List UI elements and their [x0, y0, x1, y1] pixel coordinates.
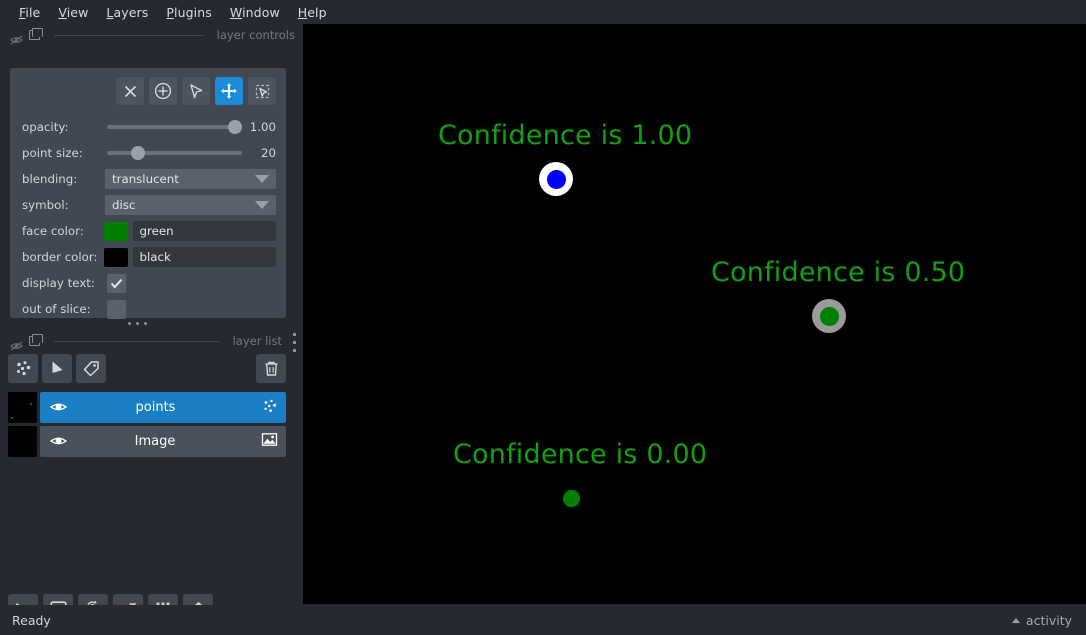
out-of-slice-label: out of slice: — [22, 302, 91, 316]
point-marker-inner[interactable] — [562, 489, 580, 507]
border-color-swatch[interactable] — [104, 247, 128, 267]
opacity-slider[interactable] — [107, 119, 242, 135]
point-size-row: point size: 20 — [22, 142, 276, 164]
vertical-splitter-handle[interactable] — [293, 333, 296, 352]
menu-bar: File View Layers Plugins Window Help — [0, 0, 1086, 24]
layer-list-title: layer list — [232, 334, 282, 348]
layer-row-points[interactable]: points — [8, 392, 286, 423]
image-icon — [261, 432, 278, 451]
face-color-field[interactable]: green — [132, 221, 276, 241]
point-text-label: Confidence is 0.00 — [453, 439, 708, 470]
activity-button[interactable]: activity — [1011, 612, 1072, 628]
point-text-label: Confidence is 0.50 — [711, 257, 966, 288]
point-marker-inner[interactable] — [819, 306, 839, 326]
blending-dropdown[interactable]: translucent — [104, 169, 276, 189]
blending-label: blending: — [22, 172, 78, 186]
opacity-track — [107, 125, 242, 129]
layer-controls-header: layer controls — [0, 24, 303, 46]
point-size-slider[interactable] — [107, 145, 242, 161]
blending-row: blending: translucent — [22, 168, 276, 190]
chevron-down-icon — [255, 201, 269, 209]
point-size-value: 20 — [260, 146, 276, 160]
point-size-handle[interactable] — [131, 146, 146, 160]
header-divider — [54, 34, 203, 36]
border-color-row: border color: black — [22, 246, 276, 268]
symbol-row: symbol: disc — [22, 194, 276, 216]
point-size-track — [107, 151, 242, 155]
header-divider — [54, 340, 219, 342]
layer-controls-title: layer controls — [216, 28, 295, 42]
menu-item-view[interactable]: View — [49, 3, 97, 22]
new-points-layer-button[interactable] — [8, 354, 38, 383]
viewer-canvas[interactable]: Confidence is 1.00 Confidence is 0.50 Co… — [303, 24, 1086, 604]
opacity-value: 1.00 — [249, 120, 276, 134]
napari-window: File View Layers Plugins Window Help lay… — [0, 0, 1086, 635]
pan-zoom-button[interactable] — [215, 77, 243, 105]
status-bar: Ready activity — [0, 605, 1086, 635]
left-dock: layer controls opacity: 1.00 point size:… — [0, 24, 303, 624]
activity-label: activity — [1025, 612, 1072, 628]
point-marker-inner[interactable] — [546, 169, 566, 189]
face-color-label: face color: — [22, 224, 84, 238]
undock-icon[interactable] — [29, 334, 43, 346]
float-dock-icon[interactable] — [9, 336, 24, 351]
layer-list-header: layer list — [0, 330, 290, 352]
delete-selected-points-button[interactable] — [116, 77, 144, 105]
undock-icon[interactable] — [29, 28, 43, 40]
opacity-handle[interactable] — [228, 120, 242, 134]
border-color-label: border color: — [22, 250, 98, 264]
add-points-button[interactable] — [149, 77, 177, 105]
menu-item-plugins[interactable]: Plugins — [157, 3, 220, 22]
status-message: Ready — [12, 612, 51, 628]
symbol-dropdown[interactable]: disc — [104, 195, 276, 215]
opacity-label: opacity: — [22, 120, 69, 134]
layer-name: points — [135, 400, 176, 415]
new-labels-layer-button[interactable] — [76, 354, 106, 383]
blending-value: translucent — [111, 172, 179, 186]
face-color-swatch[interactable] — [104, 221, 128, 241]
transform-button[interactable] — [248, 77, 276, 105]
layer-thumbnail — [8, 392, 37, 423]
chevron-down-icon — [255, 175, 269, 183]
layer-thumbnail — [8, 426, 37, 457]
border-color-field[interactable]: black — [132, 247, 276, 267]
layer-row-body[interactable]: points — [40, 392, 286, 423]
out-of-slice-checkbox[interactable] — [107, 299, 126, 319]
display-text-checkbox[interactable] — [107, 273, 126, 293]
menu-item-help[interactable]: Help — [289, 3, 336, 22]
layer-controls-panel: opacity: 1.00 point size: 20 blending: t… — [10, 68, 286, 319]
point-size-label: point size: — [22, 146, 83, 160]
symbol-value: disc — [111, 198, 136, 212]
menu-item-file[interactable]: File — [10, 3, 49, 22]
layer-row-image[interactable]: Image — [8, 426, 286, 457]
layer-list-buttons — [8, 354, 106, 383]
symbol-label: symbol: — [22, 198, 69, 212]
layer-name: Image — [134, 434, 176, 449]
chevron-up-icon — [1011, 617, 1020, 623]
float-dock-icon[interactable] — [9, 30, 24, 45]
out-of-slice-row: out of slice: — [22, 298, 276, 320]
layer-properties-grid: opacity: 1.00 point size: 20 blending: t… — [10, 116, 286, 324]
new-shapes-layer-button[interactable] — [42, 354, 72, 383]
opacity-row: opacity: 1.00 — [22, 116, 276, 138]
layer-row-body[interactable]: Image — [40, 426, 286, 457]
display-text-row: display text: — [22, 272, 276, 294]
points-icon — [262, 398, 278, 418]
point-text-label: Confidence is 1.00 — [438, 120, 693, 151]
menu-item-layers[interactable]: Layers — [97, 3, 157, 22]
layer-list: points Image — [8, 392, 286, 460]
menu-item-window[interactable]: Window — [221, 3, 289, 22]
delete-layer-button[interactable] — [256, 354, 286, 383]
display-text-label: display text: — [22, 276, 95, 290]
horizontal-splitter-handle[interactable] — [128, 322, 147, 325]
select-points-button[interactable] — [182, 77, 210, 105]
points-tool-buttons — [116, 77, 276, 105]
face-color-row: face color: green — [22, 220, 276, 242]
